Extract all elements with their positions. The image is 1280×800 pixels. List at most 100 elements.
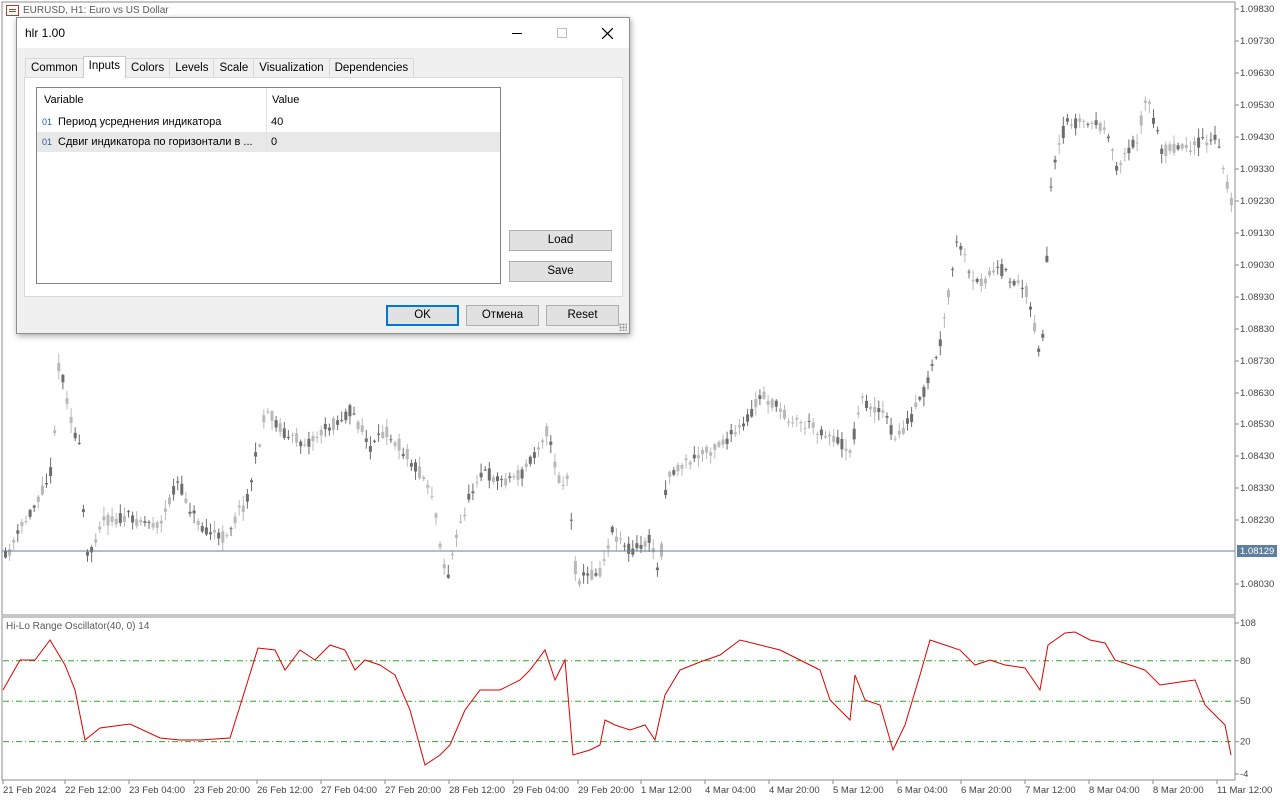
candle-body <box>766 400 770 405</box>
time-tick-label: 8 Mar 20:00 <box>1153 785 1204 796</box>
ok-button[interactable]: OK <box>386 305 459 326</box>
candle-body <box>865 400 868 409</box>
candle-body <box>475 482 479 484</box>
candle-body <box>897 430 901 435</box>
price-tick-label: 1.08430 <box>1240 451 1274 462</box>
candle-body <box>1008 281 1012 283</box>
candle-body <box>315 436 319 438</box>
table-row[interactable]: 01 Сдвиг индикатора по горизонтали в ...… <box>37 132 500 152</box>
row-value-cell[interactable]: 40 <box>267 112 283 132</box>
candle-body <box>1078 118 1082 122</box>
row-variable-name: Период усреднения индикатора <box>58 116 222 128</box>
candle-body <box>824 436 827 438</box>
candle-body <box>36 496 40 502</box>
tab-colors[interactable]: Colors <box>124 58 171 78</box>
close-button[interactable] <box>584 18 630 48</box>
candle-body <box>869 406 873 410</box>
candle-body <box>221 531 225 543</box>
candle-body <box>114 518 118 525</box>
reset-button[interactable]: Reset <box>546 305 619 326</box>
time-tick-label: 8 Mar 04:00 <box>1089 785 1140 796</box>
candle-body <box>565 475 569 479</box>
candle-body <box>139 520 143 523</box>
candle-body <box>438 543 442 548</box>
dialog-tabs: Common Inputs Colors Levels Scale Visual… <box>25 56 415 78</box>
candle-body <box>159 520 163 524</box>
candle-body <box>1065 118 1069 122</box>
candle-body <box>1160 148 1164 154</box>
price-tick-label: 1.09030 <box>1240 260 1274 271</box>
candle-body <box>356 421 360 430</box>
candle-body <box>479 472 483 478</box>
candle-body <box>1037 348 1041 352</box>
candle-body <box>721 439 725 445</box>
candle-body <box>373 440 376 442</box>
candle-body <box>643 541 647 547</box>
maximize-button[interactable] <box>539 18 585 48</box>
candle-body <box>12 539 16 543</box>
candle-body <box>553 461 557 468</box>
tab-scale[interactable]: Scale <box>213 58 255 78</box>
candle-body <box>401 454 405 457</box>
candle-body <box>791 422 795 424</box>
candle-body <box>762 391 766 399</box>
candle-body <box>774 400 778 407</box>
time-tick-label: 4 Mar 20:00 <box>769 785 820 796</box>
candle-body <box>245 494 249 502</box>
load-button[interactable]: Load <box>509 230 612 251</box>
candle-body <box>1119 162 1123 165</box>
tab-visualization[interactable]: Visualization <box>253 58 330 78</box>
table-row[interactable]: 01 Период усреднения индикатора 40 <box>37 112 500 132</box>
minimize-button[interactable] <box>494 18 540 48</box>
candle-body <box>1016 280 1020 283</box>
candle-body <box>217 532 221 539</box>
price-tick-label: 1.08730 <box>1240 356 1274 367</box>
candle-body <box>90 547 94 553</box>
candle-body <box>692 454 696 459</box>
candle-body <box>1033 323 1037 332</box>
candle-body <box>971 280 975 282</box>
time-tick-label: 5 Mar 12:00 <box>833 785 884 796</box>
tab-levels[interactable]: Levels <box>169 58 215 78</box>
tab-inputs[interactable]: Inputs <box>82 56 126 78</box>
candle-body <box>434 513 438 518</box>
candle-body <box>172 486 176 495</box>
tab-dependencies[interactable]: Dependencies <box>328 58 415 78</box>
resize-grip-icon[interactable] <box>619 323 627 331</box>
candle-body <box>32 505 36 508</box>
candle-body <box>1086 123 1090 125</box>
cancel-button[interactable]: Отмена <box>466 305 539 326</box>
candle-body <box>237 505 241 508</box>
candle-body <box>549 441 553 445</box>
oscillator-tick-label: 50 <box>1240 696 1251 707</box>
candle-body <box>40 485 44 495</box>
candle-body <box>188 511 192 514</box>
candle-body <box>729 430 733 435</box>
close-icon <box>601 27 613 39</box>
candle-body <box>131 515 135 523</box>
candle-body <box>487 468 491 481</box>
save-button[interactable]: Save <box>509 261 612 282</box>
candle-body <box>520 469 524 479</box>
candle-body <box>1152 117 1155 124</box>
price-tick-label: 1.08330 <box>1240 483 1274 494</box>
candle-body <box>1135 142 1139 144</box>
candle-body <box>213 530 217 533</box>
tab-common[interactable]: Common <box>25 58 84 78</box>
maximize-icon <box>557 28 567 38</box>
column-header-value[interactable]: Value <box>267 88 299 112</box>
candle-body <box>28 509 32 517</box>
candle-body <box>61 374 65 383</box>
dialog-titlebar[interactable]: hlr 1.00 <box>17 18 629 48</box>
candle-body <box>914 402 918 408</box>
candle-body <box>963 254 967 256</box>
column-header-variable[interactable]: Variable <box>37 88 267 112</box>
candle-body <box>1156 130 1160 132</box>
candle-body <box>360 425 364 432</box>
candle-body <box>381 432 385 439</box>
row-value-cell[interactable]: 0 <box>267 132 277 152</box>
candle-body <box>926 377 930 383</box>
candle-body <box>532 452 536 458</box>
candle-body <box>832 435 836 443</box>
row-variable-name: Сдвиг индикатора по горизонтали в ... <box>58 136 253 148</box>
